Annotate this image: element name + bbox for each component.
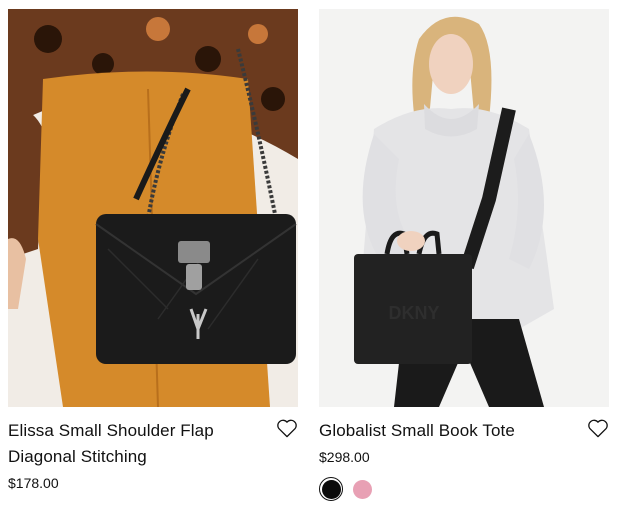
swatch-dot xyxy=(321,479,341,499)
swatch-pink[interactable] xyxy=(350,477,374,501)
product-price: $298.00 xyxy=(319,449,370,465)
swatch-black[interactable] xyxy=(319,477,343,501)
product-card-globalist[interactable]: DKNY Globalist Small Book Tote $298.00 xyxy=(319,9,609,501)
product-card-elissa[interactable]: Elissa Small Shoulder Flap Diagonal Stit… xyxy=(8,9,298,493)
svg-text:DKNY: DKNY xyxy=(388,303,439,323)
product-title[interactable]: Elissa Small Shoulder Flap Diagonal Stit… xyxy=(8,418,298,470)
product-info: Elissa Small Shoulder Flap Diagonal Stit… xyxy=(8,418,298,493)
product-title[interactable]: Globalist Small Book Tote xyxy=(319,418,609,444)
wishlist-heart-icon[interactable] xyxy=(276,418,298,438)
product-image-globalist[interactable]: DKNY xyxy=(319,9,609,407)
wishlist-heart-icon[interactable] xyxy=(587,418,609,438)
product-price: $178.00 xyxy=(8,475,59,491)
product-info: Globalist Small Book Tote $298.00 xyxy=(319,418,609,501)
color-swatches xyxy=(319,477,609,501)
swatch-dot xyxy=(352,479,372,499)
product-image-elissa[interactable] xyxy=(8,9,298,407)
